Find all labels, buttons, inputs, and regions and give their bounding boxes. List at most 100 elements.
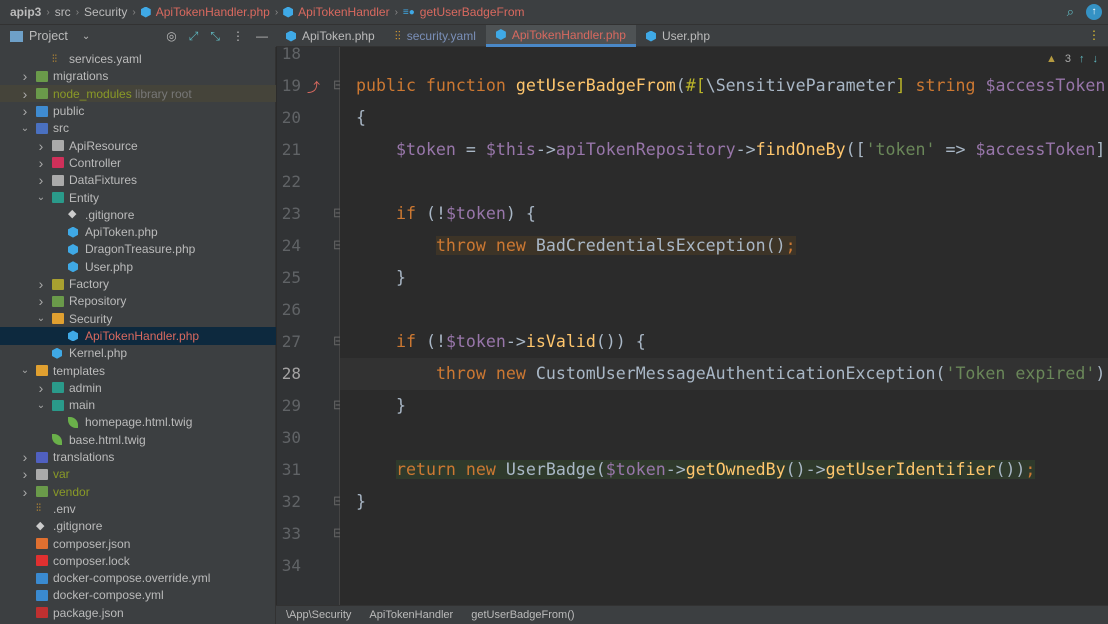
tree-item-label: homepage.html.twig xyxy=(85,415,193,430)
crumb-project[interactable]: apip3 xyxy=(10,5,41,19)
tab-user-php[interactable]: User.php xyxy=(636,25,720,47)
code-line[interactable]: } xyxy=(340,390,1108,422)
status-namespace[interactable]: \App\Security xyxy=(286,609,351,621)
code-line[interactable] xyxy=(340,422,1108,454)
chevron-down-icon[interactable]: ⌄ xyxy=(36,192,46,203)
tree-item[interactable]: › public xyxy=(0,102,276,119)
tree-item[interactable]: User.php xyxy=(0,258,276,275)
chevron-right-icon[interactable]: › xyxy=(20,86,30,102)
crumb-src[interactable]: src xyxy=(55,5,71,19)
chevron-right-icon[interactable]: › xyxy=(36,276,46,292)
chevron-down-icon[interactable]: ⌄ xyxy=(20,365,30,376)
code-line[interactable] xyxy=(340,550,1108,582)
tree-item[interactable]: › migrations xyxy=(0,68,276,85)
tree-item[interactable]: › Controller xyxy=(0,154,276,171)
hide-icon[interactable]: — xyxy=(256,29,268,43)
collapse-icon[interactable]: ⤡ xyxy=(210,29,220,44)
tab-apitokenhandler-php[interactable]: ApiTokenHandler.php xyxy=(485,25,636,47)
chevron-right-icon[interactable]: › xyxy=(20,68,30,84)
crumb-method[interactable]: getUserBadgeFrom xyxy=(420,5,525,19)
code-line[interactable] xyxy=(340,518,1108,550)
chevron-down-icon[interactable]: ⌄ xyxy=(20,123,30,134)
status-class[interactable]: ApiTokenHandler xyxy=(369,609,453,621)
code-line[interactable] xyxy=(340,294,1108,326)
tree-item[interactable]: › Factory xyxy=(0,275,276,292)
code-editor[interactable]: ▲ 3 ↑ ↓ public function getUserBadgeFrom(#[… xyxy=(340,47,1108,605)
tree-item[interactable]: Kernel.php xyxy=(0,345,276,362)
tree-item[interactable]: homepage.html.twig xyxy=(0,414,276,431)
tree-item[interactable]: ◆ .gitignore xyxy=(0,206,276,223)
tree-item[interactable]: ⫶⫶ services.yaml xyxy=(0,51,276,68)
tree-item[interactable]: › Repository xyxy=(0,293,276,310)
tree-item[interactable]: ⌄ main xyxy=(0,397,276,414)
code-line[interactable]: throw new BadCredentialsException(); xyxy=(340,230,1108,262)
options-icon[interactable]: ⋮ xyxy=(232,29,244,43)
project-view-selector[interactable]: Project xyxy=(29,29,68,43)
chevron-right-icon[interactable]: › xyxy=(36,293,46,309)
tree-item-label: ApiResource xyxy=(69,138,138,153)
chevron-down-icon[interactable]: ⌄ xyxy=(36,400,46,411)
tree-item[interactable]: composer.json xyxy=(0,535,276,552)
code-line[interactable]: public function getUserBadgeFrom(#[\Sens… xyxy=(340,70,1108,102)
tree-item[interactable]: › node_modules library root xyxy=(0,85,276,103)
crumb-file[interactable]: ApiTokenHandler.php xyxy=(156,5,270,19)
chevron-right-icon[interactable]: › xyxy=(36,172,46,188)
tree-item[interactable]: › DataFixtures xyxy=(0,172,276,189)
tree-item[interactable]: docker-compose.yml xyxy=(0,587,276,604)
tree-item[interactable]: ⌄ Security xyxy=(0,310,276,327)
php-file-icon xyxy=(68,261,78,273)
tree-item[interactable]: ⌄ src xyxy=(0,120,276,137)
search-icon[interactable]: ⌕ xyxy=(1067,4,1074,20)
chevron-right-icon[interactable]: › xyxy=(36,138,46,154)
tree-item[interactable]: ◆ .gitignore xyxy=(0,518,276,535)
crumb-class[interactable]: ApiTokenHandler xyxy=(298,5,389,19)
tree-item[interactable]: base.html.twig xyxy=(0,431,276,448)
tree-item[interactable]: composer.lock xyxy=(0,552,276,569)
tab-security-yaml[interactable]: ⫶⫶ security.yaml xyxy=(385,25,486,47)
chevron-right-icon[interactable]: › xyxy=(36,380,46,396)
folder-icon xyxy=(36,70,48,82)
crumb-security[interactable]: Security xyxy=(84,5,127,19)
implements-icon[interactable]: ⤴ xyxy=(307,77,320,96)
folder-icon xyxy=(36,88,48,100)
tree-item[interactable]: ApiToken.php xyxy=(0,224,276,241)
code-line[interactable]: return new UserBadge($token->getOwnedBy(… xyxy=(340,454,1108,486)
tree-item[interactable]: › ApiResource xyxy=(0,137,276,154)
chevron-right-icon[interactable]: › xyxy=(20,103,30,119)
chevron-right-icon[interactable]: › xyxy=(20,466,30,482)
tree-item[interactable]: ⌄ Entity xyxy=(0,189,276,206)
chevron-right-icon[interactable]: › xyxy=(36,155,46,171)
status-method[interactable]: getUserBadgeFrom() xyxy=(471,609,574,621)
chevron-right-icon[interactable]: › xyxy=(20,484,30,500)
code-line[interactable]: } xyxy=(340,486,1108,518)
line-number: 30 xyxy=(281,428,301,447)
tree-item[interactable]: package.json xyxy=(0,604,276,621)
tab-options-icon[interactable]: ⋮ xyxy=(1080,25,1108,46)
tree-item[interactable]: › admin xyxy=(0,379,276,396)
code-line[interactable]: $token = $this->apiTokenRepository->find… xyxy=(340,134,1108,166)
chevron-right-icon[interactable]: › xyxy=(20,449,30,465)
code-line[interactable]: if (!$token->isValid()) { xyxy=(340,326,1108,358)
tree-item[interactable]: › var xyxy=(0,466,276,483)
code-line[interactable]: } xyxy=(340,262,1108,294)
tree-item[interactable]: › translations xyxy=(0,448,276,465)
tree-item[interactable]: ⫶⫶ .env xyxy=(0,500,276,517)
php-class-icon xyxy=(283,6,294,18)
chevron-down-icon[interactable]: ⌄ xyxy=(36,313,46,324)
tree-item[interactable]: › vendor xyxy=(0,483,276,500)
chevron-down-icon[interactable]: ⌄ xyxy=(82,31,90,42)
code-token: ( xyxy=(675,76,686,95)
update-icon[interactable]: ↑ xyxy=(1086,4,1102,20)
expand-icon[interactable]: ⤢ xyxy=(189,29,199,44)
locate-icon[interactable]: ◎ xyxy=(166,29,176,43)
tree-item[interactable]: DragonTreasure.php xyxy=(0,241,276,258)
code-line[interactable] xyxy=(340,47,1108,70)
tree-item[interactable]: docker-compose.override.yml xyxy=(0,570,276,587)
tree-item[interactable]: ApiTokenHandler.php xyxy=(0,327,276,345)
code-line[interactable] xyxy=(340,166,1108,198)
code-line[interactable]: { xyxy=(340,102,1108,134)
tree-item[interactable]: ⌄ templates xyxy=(0,362,276,379)
code-line[interactable]: throw new CustomUserMessageAuthenticatio… xyxy=(340,358,1108,390)
breadcrumb: apip3 › src › Security › ApiTokenHandler.ph… xyxy=(0,0,1108,25)
code-line[interactable]: if (!$token) { xyxy=(340,198,1108,230)
